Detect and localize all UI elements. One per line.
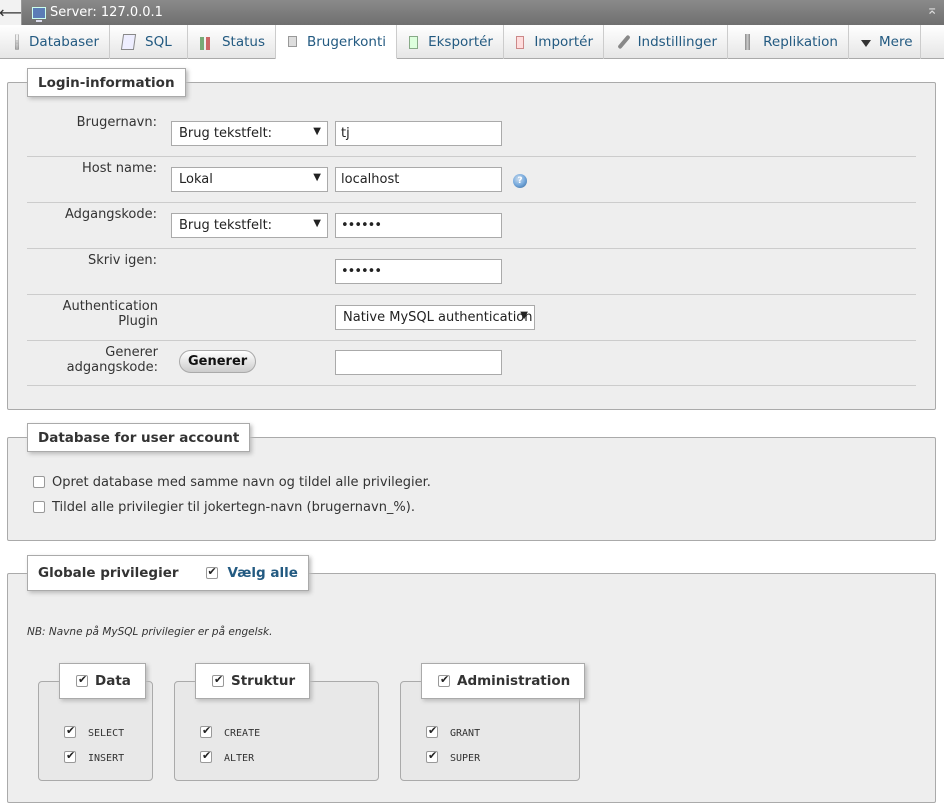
username-input[interactable]: tj bbox=[335, 121, 502, 146]
create-privilege-checkbox[interactable] bbox=[200, 724, 212, 738]
tab-label: Databaser bbox=[29, 34, 99, 50]
user-accounts-icon bbox=[288, 36, 297, 47]
top-menu-tabs: Databaser SQL Status Brugerkonti Eksport… bbox=[0, 25, 944, 59]
login-information-legend: Login-information bbox=[27, 68, 186, 97]
structure-group-label: Struktur bbox=[231, 673, 296, 689]
export-icon bbox=[409, 35, 419, 49]
tab-label: Brugerkonti bbox=[307, 33, 386, 50]
database-icon bbox=[15, 34, 20, 50]
settings-icon bbox=[616, 34, 628, 50]
global-privileges-title: Globale privilegier bbox=[38, 565, 179, 581]
select-value: Brug tekstfelt: bbox=[179, 218, 273, 233]
grant-privilege-checkbox[interactable] bbox=[426, 724, 438, 738]
super-privilege-label[interactable]: SUPER bbox=[450, 753, 480, 764]
password-label: Adgangskode: bbox=[64, 207, 157, 222]
structure-privileges-legend: Struktur bbox=[195, 663, 311, 699]
tab-label: Mere bbox=[879, 34, 913, 50]
tab-import[interactable]: Importér bbox=[504, 25, 604, 59]
tab-label: SQL bbox=[145, 34, 172, 50]
data-group-label: Data bbox=[95, 673, 131, 689]
dropdown-arrow-icon: ▼ bbox=[520, 310, 528, 321]
server-bar: ⟵ Server: 127.0.0.1 ⌅ bbox=[0, 0, 944, 25]
generated-password-input[interactable] bbox=[335, 350, 502, 375]
tab-settings[interactable]: Indstillinger bbox=[604, 25, 728, 59]
chevron-down-icon bbox=[861, 39, 871, 47]
tab-label: Replikation bbox=[763, 34, 838, 50]
data-privileges-legend: Data bbox=[59, 663, 146, 699]
help-icon[interactable]: ? bbox=[513, 174, 527, 188]
tab-replication[interactable]: Replikation bbox=[728, 25, 849, 59]
tab-user-accounts[interactable]: Brugerkonti bbox=[276, 25, 397, 59]
generate-password-label: Generer adgangskode: bbox=[66, 345, 158, 375]
sql-icon bbox=[120, 34, 137, 50]
tab-label: Importér bbox=[534, 34, 593, 50]
wildcard-privileges-label[interactable]: Tildel alle privilegier til jokertegn-na… bbox=[52, 500, 415, 515]
retype-label: Skriv igen: bbox=[87, 253, 157, 268]
collapse-icon[interactable]: ⌅ bbox=[926, 2, 938, 18]
create-database-label[interactable]: Opret database med samme navn og tildel … bbox=[52, 475, 431, 490]
select-value: Brug tekstfelt: bbox=[179, 126, 273, 141]
tab-status[interactable]: Status bbox=[188, 25, 276, 59]
server-icon bbox=[32, 6, 46, 22]
tab-label: Eksportér bbox=[428, 34, 493, 50]
global-privileges-legend: Globale privilegier Vælg alle bbox=[27, 555, 309, 591]
grant-privilege-label[interactable]: GRANT bbox=[450, 728, 480, 739]
insert-privilege-label[interactable]: INSERT bbox=[88, 753, 124, 764]
host-type-select[interactable]: Lokal ▼ bbox=[171, 167, 328, 192]
select-value: Native MySQL authentication bbox=[343, 310, 533, 325]
dropdown-arrow-icon: ▼ bbox=[313, 218, 321, 229]
replication-icon bbox=[740, 34, 753, 50]
tab-label: Status bbox=[221, 34, 265, 50]
alter-privilege-checkbox[interactable] bbox=[200, 749, 212, 763]
select-value: Lokal bbox=[179, 172, 213, 187]
dropdown-arrow-icon: ▼ bbox=[313, 126, 321, 137]
status-icon bbox=[200, 37, 212, 50]
retype-password-input[interactable]: •••••• bbox=[335, 259, 502, 284]
admin-privileges-legend: Administration bbox=[421, 663, 586, 699]
select-privilege-label[interactable]: SELECT bbox=[88, 728, 124, 739]
super-privilege-checkbox[interactable] bbox=[426, 749, 438, 763]
select-privilege-checkbox[interactable] bbox=[64, 724, 76, 738]
import-icon bbox=[516, 35, 525, 49]
host-input[interactable]: localhost bbox=[335, 167, 502, 192]
insert-privilege-checkbox[interactable] bbox=[64, 749, 76, 763]
server-title[interactable]: Server: 127.0.0.1 bbox=[50, 5, 163, 20]
create-privilege-label[interactable]: CREATE bbox=[224, 728, 260, 739]
password-type-select[interactable]: Brug tekstfelt: ▼ bbox=[171, 213, 328, 238]
privileges-note: NB: Navne på MySQL privilegier er på eng… bbox=[27, 626, 273, 638]
admin-group-checkbox[interactable] bbox=[438, 673, 450, 687]
auth-plugin-label: Authentication Plugin bbox=[62, 299, 158, 329]
create-database-checkbox[interactable] bbox=[33, 476, 45, 488]
tab-label: Indstillinger bbox=[637, 34, 717, 50]
tab-sql[interactable]: SQL bbox=[110, 25, 188, 59]
generate-password-button[interactable]: Generer bbox=[179, 350, 257, 373]
alter-privilege-label[interactable]: ALTER bbox=[224, 753, 254, 764]
tab-databases[interactable]: Databaser bbox=[3, 25, 110, 59]
host-label: Host name: bbox=[82, 161, 157, 176]
dropdown-arrow-icon: ▼ bbox=[313, 172, 321, 183]
password-input[interactable]: •••••• bbox=[335, 213, 502, 238]
username-label: Brugernavn: bbox=[76, 115, 157, 130]
username-type-select[interactable]: Brug tekstfelt: ▼ bbox=[171, 121, 328, 146]
back-arrow-icon[interactable]: ⟵ bbox=[0, 0, 22, 25]
select-all-checkbox[interactable] bbox=[205, 565, 218, 579]
auth-plugin-select[interactable]: Native MySQL authentication ▼ bbox=[335, 305, 535, 330]
tab-export[interactable]: Eksportér bbox=[397, 25, 504, 59]
select-all-link[interactable]: Vælg alle bbox=[228, 565, 298, 581]
admin-group-label: Administration bbox=[457, 673, 571, 689]
database-legend: Database for user account bbox=[27, 423, 251, 452]
structure-group-checkbox[interactable] bbox=[212, 673, 224, 687]
wildcard-privileges-checkbox[interactable] bbox=[33, 501, 45, 513]
tab-more[interactable]: Mere bbox=[849, 25, 921, 59]
data-group-checkbox[interactable] bbox=[76, 673, 88, 687]
